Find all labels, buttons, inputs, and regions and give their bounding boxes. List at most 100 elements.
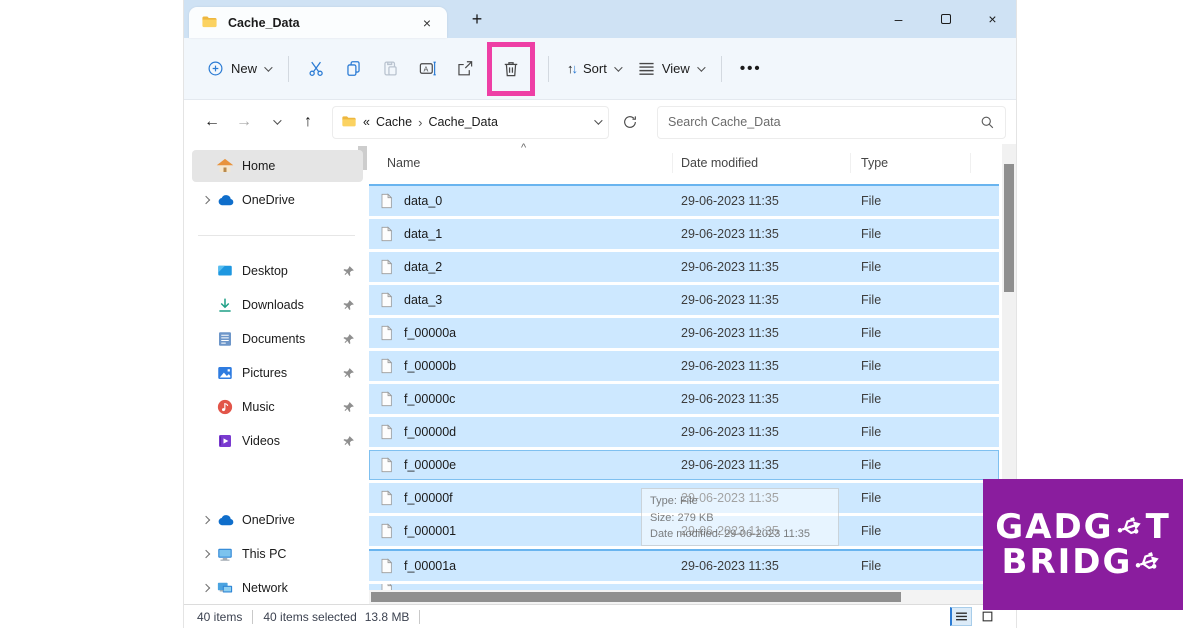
breadcrumb-dropdown-icon[interactable] xyxy=(594,116,602,124)
breadcrumb-prefix: « xyxy=(363,115,370,129)
content-area: Home OneDrive Desktop xyxy=(184,144,1016,604)
pin-icon xyxy=(342,333,355,346)
history-dropdown-button[interactable] xyxy=(260,106,292,138)
sort-button-label: Sort xyxy=(583,61,607,76)
table-row[interactable]: data_1 29-06-2023 11:35 File xyxy=(369,219,999,249)
tab-cache-data[interactable]: Cache_Data × xyxy=(189,7,447,38)
chevron-right-icon[interactable] xyxy=(202,196,210,204)
new-tab-button[interactable]: + xyxy=(464,6,490,32)
selected-size: 13.8 MB xyxy=(365,610,410,624)
search-input[interactable] xyxy=(668,115,980,129)
table-row[interactable]: data_3 29-06-2023 11:35 File xyxy=(369,285,999,315)
cut-button[interactable] xyxy=(298,50,335,88)
table-row[interactable]: data_0 29-06-2023 11:35 File xyxy=(369,184,999,216)
file-icon xyxy=(378,324,394,342)
rename-button[interactable]: A xyxy=(409,50,446,88)
table-row[interactable]: f_00000e 29-06-2023 11:35 File xyxy=(369,450,999,480)
breadcrumb[interactable]: « Cache › Cache_Data xyxy=(332,106,609,139)
breadcrumb-cache-data[interactable]: Cache_Data xyxy=(428,115,498,129)
table-row[interactable]: f_00001a 29-06-2023 11:35 File xyxy=(369,549,999,581)
search-box[interactable] xyxy=(657,106,1006,139)
column-header-name[interactable]: Name xyxy=(369,153,673,173)
file-date: 29-06-2023 11:35 xyxy=(673,359,851,373)
new-button-label: New xyxy=(231,61,257,76)
file-tooltip: Type: File Size: 279 KB Date modified: 2… xyxy=(641,488,839,546)
close-button[interactable]: × xyxy=(969,0,1016,38)
table-row[interactable]: f_00000d 29-06-2023 11:35 File xyxy=(369,417,999,447)
chevron-down-icon xyxy=(697,63,705,71)
table-row[interactable]: f_00000a 29-06-2023 11:35 File xyxy=(369,318,999,348)
copy-button[interactable] xyxy=(335,50,372,88)
folder-icon xyxy=(341,114,357,130)
breadcrumb-cache[interactable]: Cache xyxy=(376,115,412,129)
sidebar-item-downloads[interactable]: Downloads xyxy=(192,289,363,321)
file-icon xyxy=(378,258,394,276)
back-button[interactable]: ← xyxy=(196,106,228,138)
file-date: 29-06-2023 11:35 xyxy=(673,425,851,439)
sidebar-item-onedrive[interactable]: OneDrive xyxy=(192,184,363,216)
file-type: File xyxy=(851,260,971,274)
file-explorer-window: Cache_Data × + – × New xyxy=(183,0,1017,628)
maximize-button[interactable] xyxy=(922,0,969,38)
sidebar-item-label: Documents xyxy=(242,332,342,346)
sidebar-item-music[interactable]: Music xyxy=(192,391,363,423)
table-row[interactable]: data_2 29-06-2023 11:35 File xyxy=(369,252,999,282)
refresh-button[interactable] xyxy=(613,106,647,138)
logo-text: BRIDG xyxy=(1002,545,1133,580)
view-button-label: View xyxy=(662,61,690,76)
desktop-icon xyxy=(214,262,236,280)
sidebar-item-this-pc[interactable]: This PC xyxy=(192,538,363,570)
navigation-pane: Home OneDrive Desktop xyxy=(184,144,369,604)
share-button[interactable] xyxy=(446,50,483,88)
maximize-icon xyxy=(941,14,951,24)
tab-close-icon[interactable]: × xyxy=(419,15,435,31)
column-header-date-modified[interactable]: Date modified xyxy=(673,153,851,173)
network-icon xyxy=(214,579,236,597)
sidebar-item-network[interactable]: Network xyxy=(192,572,363,604)
vertical-scrollbar-thumb[interactable] xyxy=(1004,164,1014,292)
icons-view-icon xyxy=(981,610,994,623)
file-name: f_00000d xyxy=(404,425,456,439)
forward-button[interactable]: → xyxy=(228,106,260,138)
sidebar-item-home[interactable]: Home xyxy=(192,150,363,182)
logo-text: GADG xyxy=(995,510,1113,545)
file-date: 29-06-2023 11:35 xyxy=(673,326,851,340)
horizontal-scrollbar-thumb[interactable] xyxy=(371,592,901,602)
horizontal-scrollbar[interactable] xyxy=(369,590,1002,604)
sidebar-item-pictures[interactable]: Pictures xyxy=(192,357,363,389)
sidebar-item-onedrive-tree[interactable]: OneDrive xyxy=(192,504,363,536)
details-view-button[interactable] xyxy=(950,607,972,626)
file-type: File xyxy=(851,359,971,373)
logo-text: T xyxy=(1146,510,1171,545)
chevron-right-icon[interactable] xyxy=(202,584,210,592)
file-date: 29-06-2023 11:35 xyxy=(673,227,851,241)
sidebar-item-videos[interactable]: Videos xyxy=(192,425,363,457)
toolbar-divider xyxy=(548,56,549,82)
table-row[interactable]: f_00000c 29-06-2023 11:35 File xyxy=(369,384,999,414)
up-button[interactable]: ↑ xyxy=(292,106,324,138)
toolbar-divider xyxy=(721,56,722,82)
column-header-type[interactable]: Type xyxy=(851,153,971,173)
minimize-button[interactable]: – xyxy=(875,0,922,38)
sort-button[interactable]: ↑↓ Sort xyxy=(558,50,629,88)
file-type: File xyxy=(851,326,971,340)
sidebar-item-documents[interactable]: Documents xyxy=(192,323,363,355)
view-button[interactable]: View xyxy=(629,50,712,88)
sidebar-item-label: Desktop xyxy=(242,264,342,278)
table-row[interactable]: f_00000b 29-06-2023 11:35 File xyxy=(369,351,999,381)
file-name: f_00000f xyxy=(404,491,453,505)
usb-icon xyxy=(1130,543,1168,581)
selected-count: 40 items selected xyxy=(263,610,356,624)
chevron-down-icon xyxy=(264,63,272,71)
delete-button[interactable] xyxy=(497,50,525,88)
gadget-bridge-logo: GADG T BRIDG xyxy=(983,479,1183,610)
new-button[interactable]: New xyxy=(198,50,279,88)
file-icon xyxy=(378,390,394,408)
svg-text:A: A xyxy=(424,64,429,73)
file-type: File xyxy=(851,392,971,406)
sidebar-item-desktop[interactable]: Desktop xyxy=(192,255,363,287)
paste-button[interactable] xyxy=(372,50,409,88)
chevron-right-icon[interactable] xyxy=(202,516,210,524)
chevron-right-icon[interactable] xyxy=(202,550,210,558)
more-options-button[interactable]: ••• xyxy=(731,50,771,88)
